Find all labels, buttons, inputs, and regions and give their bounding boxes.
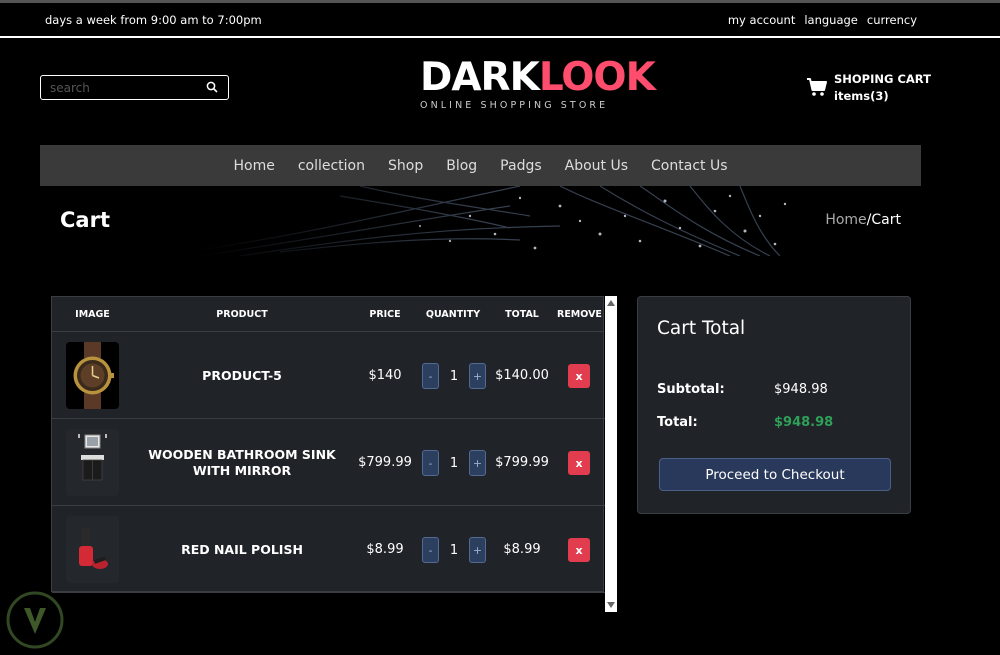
product-name[interactable]: PRODUCT-5 (132, 368, 352, 384)
my-account-link[interactable]: my account (728, 13, 795, 27)
product-price: $140 (368, 368, 402, 383)
breadcrumb: Home/Cart (825, 212, 901, 228)
line-total: $799.99 (495, 455, 549, 470)
scroll-down-arrow-icon[interactable] (607, 602, 615, 608)
nav-shop[interactable]: Shop (388, 158, 423, 174)
product-image-nail-polish[interactable] (66, 516, 119, 583)
remove-item-button[interactable]: x (568, 451, 590, 475)
cart-items-count: items(3) (834, 89, 889, 103)
total-value: $948.98 (774, 415, 834, 430)
remove-item-button[interactable]: x (568, 538, 590, 562)
main-nav: Home collection Shop Blog Padgs About Us… (40, 145, 921, 186)
product-price: $8.99 (366, 542, 404, 557)
nav-padgs[interactable]: Padgs (500, 158, 541, 174)
quantity-increase-button[interactable]: + (469, 537, 486, 563)
quantity-stepper: - 1 + (422, 363, 486, 389)
header-remove: REMOVE (557, 308, 602, 320)
nav-contact-us[interactable]: Contact Us (651, 158, 727, 174)
quantity-stepper: - 1 + (422, 537, 486, 563)
nav-home[interactable]: Home (233, 158, 274, 174)
product-name[interactable]: RED NAIL POLISH (132, 542, 352, 558)
line-total: $8.99 (503, 542, 541, 557)
header-product: PRODUCT (216, 308, 268, 320)
header-image: IMAGE (75, 308, 110, 320)
nav-blog[interactable]: Blog (446, 158, 477, 174)
cart-label: SHOPING CART (834, 72, 931, 86)
logo-tagline: ONLINE SHOPPING STORE (420, 100, 609, 111)
search-box (40, 75, 229, 100)
total-label: Total: (657, 415, 698, 430)
product-image-watch[interactable] (66, 342, 119, 409)
subtotal-value: $948.98 (774, 382, 828, 397)
breadcrumb-current: Cart (871, 212, 901, 228)
header-price: PRICE (369, 308, 401, 320)
quantity-decrease-button[interactable]: - (422, 363, 439, 389)
quantity-decrease-button[interactable]: - (422, 537, 439, 563)
table-row: PRODUCT-5 $140 - 1 + $140.00 x (52, 332, 605, 419)
cart-total-title: Cart Total (657, 318, 746, 339)
header-quantity: QUANTITY (425, 308, 481, 320)
proceed-to-checkout-button[interactable]: Proceed to Checkout (659, 458, 891, 491)
table-row: WOODEN BATHROOM SINK WITH MIRROR $799.99… (52, 419, 605, 506)
nav-collection[interactable]: collection (298, 158, 365, 174)
business-hours: days a week from 9:00 am to 7:00pm (45, 13, 262, 27)
quantity-value[interactable]: 1 (445, 369, 463, 384)
quantity-decrease-button[interactable]: - (422, 450, 439, 476)
search-input[interactable] (50, 80, 200, 95)
shopping-cart-link[interactable]: SHOPING CART items(3) (806, 71, 931, 105)
page-title: Cart (60, 208, 110, 232)
nav-about-us[interactable]: About Us (565, 158, 628, 174)
remove-item-button[interactable]: x (568, 364, 590, 388)
table-header: IMAGE PRODUCT PRICE QUANTITY TOTAL REMOV… (52, 297, 603, 332)
table-scrollbar[interactable] (605, 296, 617, 612)
header-total: TOTAL (505, 308, 539, 320)
banner-background-image (40, 186, 921, 256)
subtotal-label: Subtotal: (657, 382, 725, 397)
product-name[interactable]: WOODEN BATHROOM SINK WITH MIRROR (132, 447, 352, 479)
top-bar: days a week from 9:00 am to 7:00pm my ac… (0, 0, 1000, 38)
top-links: my account language currency (728, 13, 917, 27)
table-row: RED NAIL POLISH $8.99 - 1 + $8.99 x (52, 506, 605, 593)
quantity-value[interactable]: 1 (445, 456, 463, 471)
line-total: $140.00 (495, 368, 549, 383)
scroll-up-arrow-icon[interactable] (607, 300, 615, 306)
quantity-increase-button[interactable]: + (469, 450, 486, 476)
page-banner: Cart Home/Cart (40, 186, 921, 256)
quantity-increase-button[interactable]: + (469, 363, 486, 389)
cart-total-panel: Cart Total Subtotal: $948.98 Total: $948… (637, 296, 911, 514)
currency-link[interactable]: currency (867, 13, 917, 27)
cart-table: IMAGE PRODUCT PRICE QUANTITY TOTAL REMOV… (51, 296, 605, 593)
language-link[interactable]: language (804, 13, 858, 27)
logo-word-dark: DARK (420, 55, 540, 100)
cart-table-container: IMAGE PRODUCT PRICE QUANTITY TOTAL REMOV… (51, 296, 617, 612)
quantity-stepper: - 1 + (422, 450, 486, 476)
product-price: $799.99 (358, 455, 412, 470)
search-icon[interactable] (206, 81, 218, 93)
breadcrumb-home[interactable]: Home (825, 212, 866, 228)
product-image-sink[interactable] (66, 429, 119, 496)
site-logo[interactable]: DARKLOOK ONLINE SHOPPING STORE (420, 55, 656, 112)
cart-icon (807, 78, 827, 96)
logo-word-look: LOOK (538, 55, 656, 100)
quantity-value[interactable]: 1 (445, 543, 463, 558)
watermark-logo (6, 591, 64, 649)
